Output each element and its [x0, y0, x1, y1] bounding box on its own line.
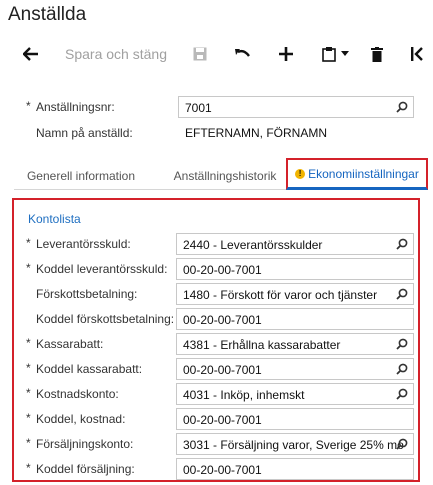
supplier-debt-field[interactable]: 2440 - Leverantörsskulder [176, 233, 414, 255]
expense-subaccount-value: 00-20-00-7001 [183, 413, 262, 427]
tab-general-information[interactable]: Generell information [14, 162, 148, 190]
employee-name-row: Namn på anställd: EFTERNAMN, FÖRNAMN [14, 122, 420, 144]
prepayment-label: Förskottsbetalning: [36, 287, 138, 301]
required-marker: * [26, 336, 31, 350]
copy-paste-dropdown[interactable] [318, 38, 352, 70]
sales-account-row: * Försäljningskonto: 3031 - Försäljning va… [14, 433, 420, 455]
account-list-title: Kontolista [28, 212, 81, 226]
warning-icon: ! [295, 168, 306, 179]
supplier-debt-subaccount-field[interactable]: 00-20-00-7001 [176, 258, 414, 280]
delete-button[interactable] [366, 38, 388, 70]
prepayment-row: Förskottsbetalning: 1480 - Förskott för v… [14, 283, 420, 305]
back-button[interactable] [18, 38, 44, 70]
sales-account-value: 3031 - Försäljning varor, Sverige 25% mo [183, 438, 404, 452]
cash-discount-field[interactable]: 4381 - Erhållna kassarabatter [176, 333, 414, 355]
search-icon[interactable] [396, 288, 408, 300]
sales-subaccount-row: * Koddel försäljning: 00-20-00-7001 [14, 458, 420, 480]
expense-account-field[interactable]: 4031 - Inköp, inhemskt [176, 383, 414, 405]
employee-no-field[interactable]: 7001 [178, 96, 414, 118]
add-button[interactable] [274, 38, 298, 70]
supplier-debt-subaccount-value: 00-20-00-7001 [183, 263, 262, 277]
employee-header-form: * Anställningsnr: 7001 Namn på anställd:… [14, 84, 420, 146]
tab-employment-history[interactable]: Anställningshistorik [164, 162, 286, 190]
tab-financial-settings[interactable]: ! Ekonomiinställningar [286, 158, 428, 190]
required-marker: * [26, 99, 31, 113]
clipboard-icon [321, 47, 336, 62]
expense-account-label: Kostnadskonto: [36, 387, 119, 401]
supplier-debt-row: * Leverantörsskuld: 2440 - Leverantörsskul… [14, 233, 420, 255]
cash-discount-subaccount-field[interactable]: 00-20-00-7001 [176, 358, 414, 380]
caret-down-icon [340, 51, 349, 56]
supplier-debt-value: 2440 - Leverantörsskulder [183, 238, 323, 252]
search-icon[interactable] [396, 238, 408, 250]
first-record-icon [411, 47, 423, 61]
supplier-debt-subaccount-row: * Koddel leverantörsskuld: 00-20-00-7001 [14, 258, 420, 280]
sales-subaccount-label: Koddel försäljning: [36, 462, 135, 476]
required-marker: * [26, 436, 31, 450]
undo-button[interactable] [230, 38, 256, 70]
supplier-debt-subaccount-label: Koddel leverantörsskuld: [36, 262, 168, 276]
prepayment-value: 1480 - Förskott för varor och tjänster [183, 288, 378, 302]
save-button[interactable] [188, 38, 212, 70]
cash-discount-label: Kassarabatt: [36, 337, 104, 351]
floppy-disk-icon [193, 47, 207, 61]
cash-discount-row: * Kassarabatt: 4381 - Erhållna kassarabatt… [14, 333, 420, 355]
employee-no-label: Anställningsnr: [36, 100, 115, 114]
toolbar: Spara och stäng [0, 38, 433, 70]
required-marker: * [26, 236, 31, 250]
account-list-section: Kontolista * Leverantörsskuld: 2440 - Leve… [12, 198, 420, 482]
tab-financial-settings-label: Ekonomiinställningar [308, 166, 419, 181]
plus-icon [279, 47, 293, 61]
sales-subaccount-value: 00-20-00-7001 [183, 463, 262, 477]
employee-no-value: 7001 [185, 101, 212, 115]
sales-account-label: Försäljningskonto: [36, 437, 134, 451]
supplier-debt-label: Leverantörsskuld: [36, 237, 131, 251]
required-marker: * [26, 386, 31, 400]
undo-arrow-icon [235, 49, 250, 57]
sales-subaccount-field[interactable]: 00-20-00-7001 [176, 458, 414, 480]
tab-bar: Generell information Anställningshistori… [14, 158, 428, 190]
expense-account-value: 4031 - Inköp, inhemskt [183, 388, 305, 402]
employee-no-row: * Anställningsnr: 7001 [14, 96, 420, 118]
expense-subaccount-label: Koddel, kostnad: [36, 412, 126, 426]
arrow-left-icon [23, 47, 38, 61]
required-marker: * [26, 361, 31, 375]
employee-name-label: Namn på anställd: [36, 126, 133, 140]
first-record-button[interactable] [406, 38, 428, 70]
required-marker: * [26, 411, 31, 425]
prepayment-subaccount-value: 00-20-00-7001 [183, 313, 262, 327]
cash-discount-value: 4381 - Erhållna kassarabatter [183, 338, 341, 352]
prepayment-subaccount-row: Koddel förskottsbetalning: 00-20-00-7001 [14, 308, 420, 330]
cash-discount-subaccount-row: * Koddel kassarabatt: 00-20-00-7001 [14, 358, 420, 380]
search-icon[interactable] [396, 101, 408, 113]
trash-icon [371, 46, 383, 62]
employee-name-value: EFTERNAMN, FÖRNAMN [185, 126, 327, 140]
sales-account-field[interactable]: 3031 - Försäljning varor, Sverige 25% mo [176, 433, 414, 455]
cash-discount-subaccount-label: Koddel kassarabatt: [36, 362, 143, 376]
expense-account-row: * Kostnadskonto: 4031 - Inköp, inhemskt [14, 383, 420, 405]
prepayment-field[interactable]: 1480 - Förskott för varor och tjänster [176, 283, 414, 305]
required-marker: * [26, 261, 31, 275]
search-icon[interactable] [396, 363, 408, 375]
save-and-close-button[interactable]: Spara och stäng [60, 38, 172, 70]
expense-subaccount-field[interactable]: 00-20-00-7001 [176, 408, 414, 430]
page-title: Anställda [8, 4, 87, 25]
expense-subaccount-row: * Koddel, kostnad: 00-20-00-7001 [14, 408, 420, 430]
prepayment-subaccount-field[interactable]: 00-20-00-7001 [176, 308, 414, 330]
prepayment-subaccount-label: Koddel förskottsbetalning: [36, 312, 175, 326]
search-icon[interactable] [396, 438, 408, 450]
search-icon[interactable] [396, 338, 408, 350]
required-marker: * [26, 461, 31, 475]
cash-discount-subaccount-value: 00-20-00-7001 [183, 363, 262, 377]
search-icon[interactable] [396, 388, 408, 400]
